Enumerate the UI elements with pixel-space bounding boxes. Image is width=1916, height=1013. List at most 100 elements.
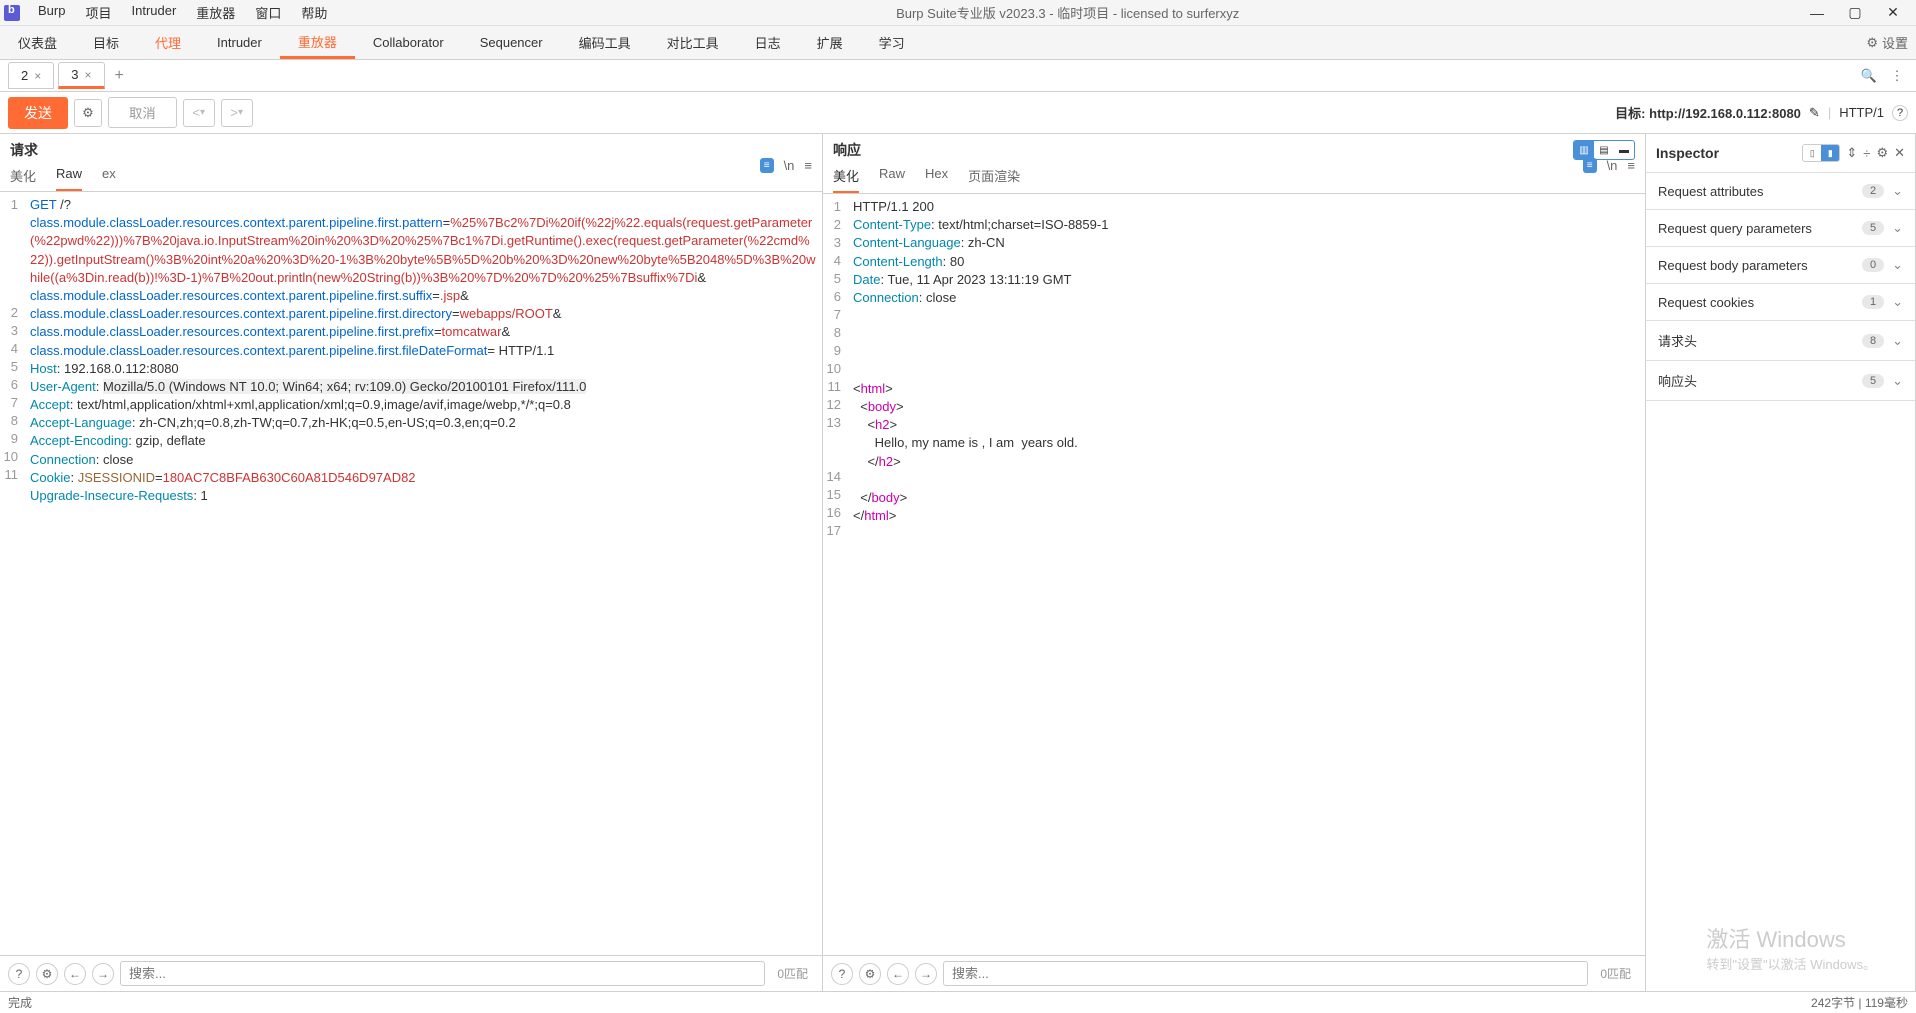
newline-icon[interactable]: \n	[784, 158, 795, 173]
inspector-row[interactable]: Request body parameters0⌄	[1646, 247, 1915, 284]
menu-item[interactable]: Intruder	[121, 1, 186, 24]
menu-item[interactable]: 帮助	[291, 1, 337, 24]
close-icon[interactable]: ✕	[1894, 145, 1905, 161]
help-icon[interactable]: ?	[831, 963, 853, 985]
protocol-label[interactable]: HTTP/1	[1839, 105, 1884, 120]
edit-target-icon[interactable]: ✎	[1809, 105, 1820, 121]
response-editor[interactable]: 1234567891011121314151617 HTTP/1.1 200 C…	[823, 194, 1645, 955]
main-tab[interactable]: 代理	[137, 26, 199, 59]
inspector-row-count: 0	[1862, 258, 1884, 272]
response-view-tab[interactable]: 页面渲染	[968, 166, 1020, 193]
layout-toggle[interactable]: ▥ ▤ ▬	[1573, 140, 1635, 160]
settings-label: 设置	[1882, 33, 1908, 52]
help-icon[interactable]: ?	[1892, 105, 1908, 121]
forward-icon[interactable]: →	[915, 963, 937, 985]
main-tab[interactable]: 扩展	[799, 26, 861, 59]
inspector-row-name: Request query parameters	[1658, 221, 1862, 236]
repeater-tab[interactable]: 3×	[58, 62, 104, 89]
menu-item[interactable]: 重放器	[186, 1, 245, 24]
search-input[interactable]	[120, 961, 765, 986]
inspector-row-name: 响应头	[1658, 371, 1862, 390]
response-view-tab[interactable]: 美化	[833, 166, 859, 193]
layout-b-icon[interactable]: ▮	[1821, 145, 1839, 161]
request-editor[interactable]: 1234567891011 GET /?class.module.classLo…	[0, 192, 822, 955]
back-button[interactable]: <▾	[183, 99, 215, 127]
content: 请求 美化Rawex ≡ \n ≡ 1234567891011 GET /?cl…	[0, 134, 1916, 991]
search-icon[interactable]: 🔍	[1858, 65, 1880, 87]
app-icon	[4, 5, 20, 21]
menu-item[interactable]: 窗口	[245, 1, 291, 24]
newline-icon[interactable]: \n	[1607, 158, 1618, 173]
inspector-row[interactable]: Request cookies1⌄	[1646, 284, 1915, 321]
sub-tabs: 2×3× + 🔍 ⋮	[0, 60, 1916, 92]
repeater-tab[interactable]: 2×	[8, 62, 54, 89]
menu-item[interactable]: Burp	[28, 1, 75, 24]
chevron-down-icon: ⌄	[1892, 183, 1903, 199]
inspector-row[interactable]: Request query parameters5⌄	[1646, 210, 1915, 247]
forward-button[interactable]: >▾	[221, 99, 253, 127]
chevron-down-icon: ⌄	[1892, 220, 1903, 236]
inspector-row[interactable]: Request attributes2⌄	[1646, 173, 1915, 210]
main-tab[interactable]: 目标	[75, 26, 137, 59]
inspector-row[interactable]: 请求头8⌄	[1646, 321, 1915, 361]
layout-a-icon[interactable]: ▯	[1803, 145, 1821, 161]
main-tabs: 仪表盘目标代理Intruder重放器CollaboratorSequencer编…	[0, 26, 1916, 60]
layout-columns-icon[interactable]: ▥	[1574, 141, 1594, 159]
request-view-tab[interactable]: ex	[102, 166, 116, 191]
view-toggle-icon[interactable]: ≡	[760, 158, 774, 173]
view-toggle-icon[interactable]: ≡	[1583, 158, 1597, 173]
layout-single-icon[interactable]: ▬	[1614, 141, 1634, 159]
forward-icon[interactable]: →	[92, 963, 114, 985]
response-view-tab[interactable]: Raw	[879, 166, 905, 193]
inspector-row-name: 请求头	[1658, 331, 1862, 350]
collapse-icon[interactable]: ÷	[1863, 146, 1870, 161]
gear-icon[interactable]: ⚙	[36, 963, 58, 985]
response-search-bar: ? ⚙ ← → 0匹配	[823, 955, 1645, 991]
response-view-tab[interactable]: Hex	[925, 166, 948, 193]
chevron-down-icon: ⌄	[1892, 294, 1903, 310]
inspector-row-count: 1	[1862, 295, 1884, 309]
main-tab[interactable]: Intruder	[199, 26, 280, 59]
main-tab[interactable]: Collaborator	[355, 26, 462, 59]
send-button[interactable]: 发送	[8, 97, 68, 129]
settings-button[interactable]: ⚙ 设置	[1866, 33, 1908, 52]
main-tab[interactable]: 对比工具	[649, 26, 737, 59]
inspector-row-name: Request attributes	[1658, 184, 1862, 199]
gear-icon[interactable]: ⚙	[74, 99, 102, 127]
hamburger-icon[interactable]: ≡	[1627, 158, 1635, 173]
inspector-layout-toggle[interactable]: ▯ ▮	[1802, 144, 1840, 162]
more-icon[interactable]: ⋮	[1886, 65, 1908, 87]
main-tab[interactable]: 重放器	[280, 26, 355, 59]
main-tab[interactable]: Sequencer	[462, 26, 561, 59]
close-button[interactable]: ✕	[1874, 4, 1912, 21]
back-icon[interactable]: ←	[64, 963, 86, 985]
main-tab[interactable]: 仪表盘	[0, 26, 75, 59]
minimize-button[interactable]: —	[1798, 5, 1836, 21]
match-count: 0匹配	[771, 965, 814, 982]
main-tab[interactable]: 学习	[861, 26, 923, 59]
request-panel: 请求 美化 Rawex ≡ \n ≡ 1234567891011 GET /?cl…	[0, 134, 823, 991]
close-icon[interactable]: ×	[84, 68, 91, 82]
back-icon[interactable]: ←	[887, 963, 909, 985]
hamburger-icon[interactable]: ≡	[804, 158, 812, 173]
close-icon[interactable]: ×	[34, 69, 41, 83]
add-tab-button[interactable]: +	[107, 65, 132, 87]
gear-icon[interactable]: ⚙	[1876, 145, 1888, 161]
request-title: 请求	[10, 140, 38, 160]
request-view-tab[interactable]: 美化	[10, 166, 36, 191]
search-input[interactable]	[943, 961, 1588, 986]
expand-icon[interactable]: ⇕	[1846, 145, 1857, 161]
inspector-row[interactable]: 响应头5⌄	[1646, 361, 1915, 401]
main-tab[interactable]: 日志	[737, 26, 799, 59]
cancel-button[interactable]: 取消	[108, 97, 177, 128]
chevron-down-icon: ⌄	[1892, 333, 1903, 349]
menu-item[interactable]: 项目	[75, 1, 121, 24]
main-tab[interactable]: 编码工具	[561, 26, 649, 59]
gear-icon[interactable]: ⚙	[859, 963, 881, 985]
titlebar: Burp项目Intruder重放器窗口帮助 Burp Suite专业版 v202…	[0, 0, 1916, 26]
layout-rows-icon[interactable]: ▤	[1594, 141, 1614, 159]
match-count: 0匹配	[1594, 965, 1637, 982]
request-view-tab[interactable]: Raw	[56, 166, 82, 191]
maximize-button[interactable]: ▢	[1836, 4, 1874, 21]
help-icon[interactable]: ?	[8, 963, 30, 985]
